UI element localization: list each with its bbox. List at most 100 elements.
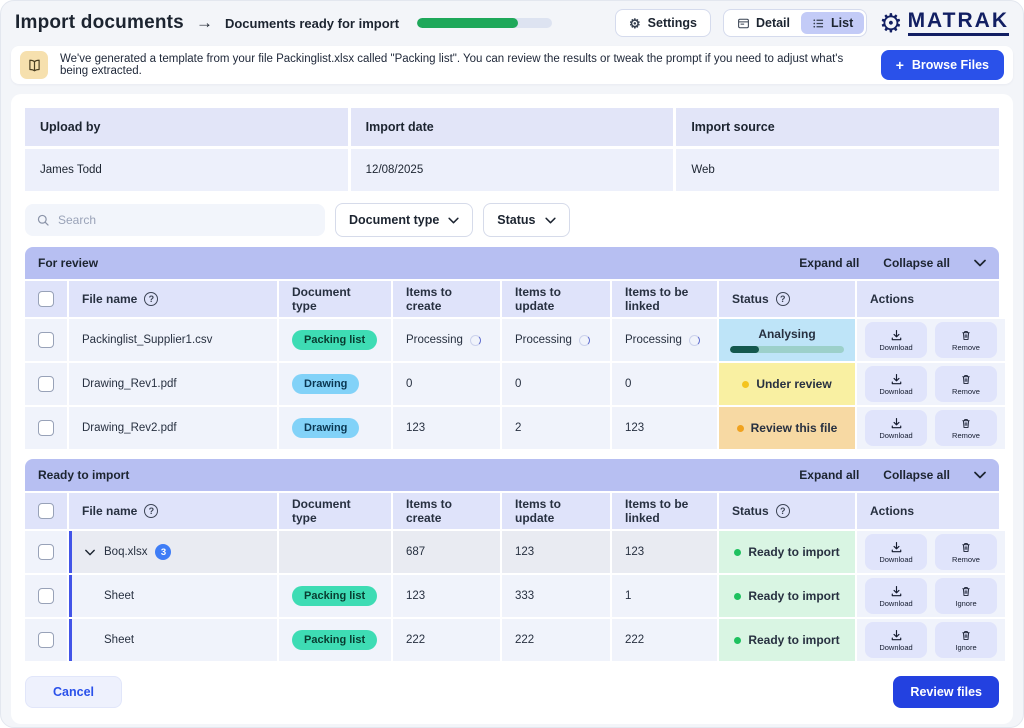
- collapse-all-link[interactable]: Collapse all: [883, 256, 950, 270]
- help-icon[interactable]: ?: [144, 292, 159, 306]
- items-to-create-value: 123: [393, 407, 500, 449]
- remove-button[interactable]: Remove: [935, 410, 997, 446]
- settings-button[interactable]: ⚙ Settings: [615, 9, 711, 37]
- table-row-group-parent: Boq.xlsx 3 687 123 123 Ready to import D…: [25, 531, 1005, 573]
- review-files-button[interactable]: Review files: [893, 676, 999, 708]
- status-filter[interactable]: Status: [483, 203, 570, 237]
- items-to-update-value: 0: [502, 363, 610, 405]
- download-button[interactable]: Download: [865, 410, 927, 446]
- search-input[interactable]: [58, 213, 314, 227]
- info-column-import-date: Import date: [350, 108, 674, 146]
- chevron-down-icon[interactable]: [974, 471, 986, 479]
- ignore-button[interactable]: Ignore: [935, 622, 997, 658]
- status-dot: [734, 592, 742, 600]
- expand-all-link[interactable]: Expand all: [799, 468, 859, 482]
- page-subtitle: Documents ready for import: [224, 15, 400, 31]
- chevron-down-icon[interactable]: [85, 549, 95, 556]
- file-name: Sheet: [69, 619, 277, 661]
- top-bar-actions: ⚙ Settings Detail List ⚙ MATRAK: [615, 9, 1009, 37]
- select-all-checkbox[interactable]: [38, 503, 54, 519]
- status-badge: Ready to import: [719, 575, 855, 617]
- download-button[interactable]: Download: [865, 622, 927, 658]
- detail-view-button[interactable]: Detail: [726, 12, 801, 34]
- column-document-type: Document type: [279, 281, 391, 317]
- download-button[interactable]: Download: [865, 322, 927, 358]
- items-to-create-value: 222: [393, 619, 500, 661]
- download-button[interactable]: Download: [865, 366, 927, 402]
- select-all-checkbox[interactable]: [38, 291, 54, 307]
- ignore-button[interactable]: Ignore: [935, 578, 997, 614]
- template-banner: We've generated a template from your fil…: [11, 46, 1013, 84]
- import-info-header-row: Upload by Import date Import source: [25, 108, 999, 146]
- document-type-empty: [279, 531, 391, 573]
- items-to-update-value: 333: [502, 575, 610, 617]
- status-badge: Ready to import: [719, 531, 855, 573]
- status-badge: Under review: [719, 363, 855, 405]
- status-text: Review this file: [750, 421, 838, 435]
- upload-by-value: James Todd: [25, 149, 348, 191]
- import-date-value: 12/08/2025: [350, 149, 674, 191]
- gear-icon: ⚙: [629, 15, 641, 31]
- remove-button[interactable]: Remove: [935, 322, 997, 358]
- cancel-button[interactable]: Cancel: [25, 676, 122, 708]
- column-items-to-update: Items to update: [502, 493, 610, 529]
- detail-label: Detail: [755, 16, 791, 30]
- remove-button[interactable]: Remove: [935, 534, 997, 570]
- import-info-value-row: James Todd 12/08/2025 Web: [25, 149, 999, 191]
- chevron-down-icon[interactable]: [974, 259, 986, 267]
- help-icon[interactable]: ?: [775, 504, 790, 518]
- file-name: Drawing_Rev2.pdf: [69, 407, 277, 449]
- collapse-all-link[interactable]: Collapse all: [883, 468, 950, 482]
- items-to-update-value: Processing: [515, 334, 572, 346]
- page-title: Import documents: [15, 12, 184, 33]
- download-icon: [890, 585, 903, 598]
- banner-message: We've generated a template from your fil…: [60, 53, 844, 77]
- browse-files-button[interactable]: + Browse Files: [880, 50, 1004, 80]
- ready-to-import-section-header: Ready to import Expand all Collapse all: [25, 459, 999, 491]
- status-text: Analysing: [758, 327, 816, 341]
- sheet-count-badge: 3: [155, 544, 172, 560]
- spinner-icon: [469, 334, 481, 346]
- for-review-section: For review Expand all Collapse all File …: [25, 247, 1005, 449]
- group-file-cell[interactable]: Boq.xlsx 3: [69, 531, 277, 573]
- expand-all-link[interactable]: Expand all: [799, 256, 859, 270]
- help-icon[interactable]: ?: [775, 292, 790, 306]
- items-to-be-linked-value: 123: [612, 531, 717, 573]
- for-review-section-header: For review Expand all Collapse all: [25, 247, 999, 279]
- header-progress-bar: [417, 18, 553, 28]
- help-icon[interactable]: ?: [144, 504, 159, 518]
- status-text: Ready to import: [748, 545, 840, 559]
- items-to-create-value: 0: [393, 363, 500, 405]
- row-checkbox[interactable]: [38, 632, 54, 648]
- list-view-button[interactable]: List: [801, 12, 865, 34]
- column-actions: Actions: [857, 493, 999, 529]
- arrow-right-icon: →: [195, 13, 213, 32]
- row-checkbox[interactable]: [38, 332, 54, 348]
- download-button[interactable]: Download: [865, 534, 927, 570]
- row-checkbox[interactable]: [38, 588, 54, 604]
- view-toggle: Detail List: [722, 9, 868, 37]
- download-icon: [890, 629, 903, 642]
- row-checkbox[interactable]: [38, 544, 54, 560]
- status-badge: Analysing: [719, 319, 855, 361]
- column-items-to-be-linked: Items to be linked: [612, 493, 717, 529]
- remove-button[interactable]: Remove: [935, 366, 997, 402]
- import-source-value: Web: [676, 149, 999, 191]
- search-icon: [36, 213, 50, 227]
- info-column-upload-by: Upload by: [25, 108, 348, 146]
- info-column-import-source: Import source: [676, 108, 999, 146]
- analysing-progress-fill: [730, 346, 759, 353]
- download-button[interactable]: Download: [865, 578, 927, 614]
- status-text: Ready to import: [748, 633, 840, 647]
- table-header-row: File name? Document type Items to create…: [25, 493, 999, 529]
- footer-actions: Cancel Review files: [25, 676, 999, 708]
- app-window: Import documents → Documents ready for i…: [0, 0, 1024, 728]
- row-checkbox[interactable]: [38, 420, 54, 436]
- search-box[interactable]: [25, 204, 325, 236]
- row-checkbox[interactable]: [38, 376, 54, 392]
- table-row-child: Sheet Packing list 222 222 222 Ready to …: [25, 619, 1005, 661]
- ready-to-import-section: Ready to import Expand all Collapse all …: [25, 459, 1005, 661]
- analysing-progress-bar: [730, 346, 844, 353]
- document-type-filter[interactable]: Document type: [335, 203, 474, 237]
- status-dot: [734, 548, 742, 556]
